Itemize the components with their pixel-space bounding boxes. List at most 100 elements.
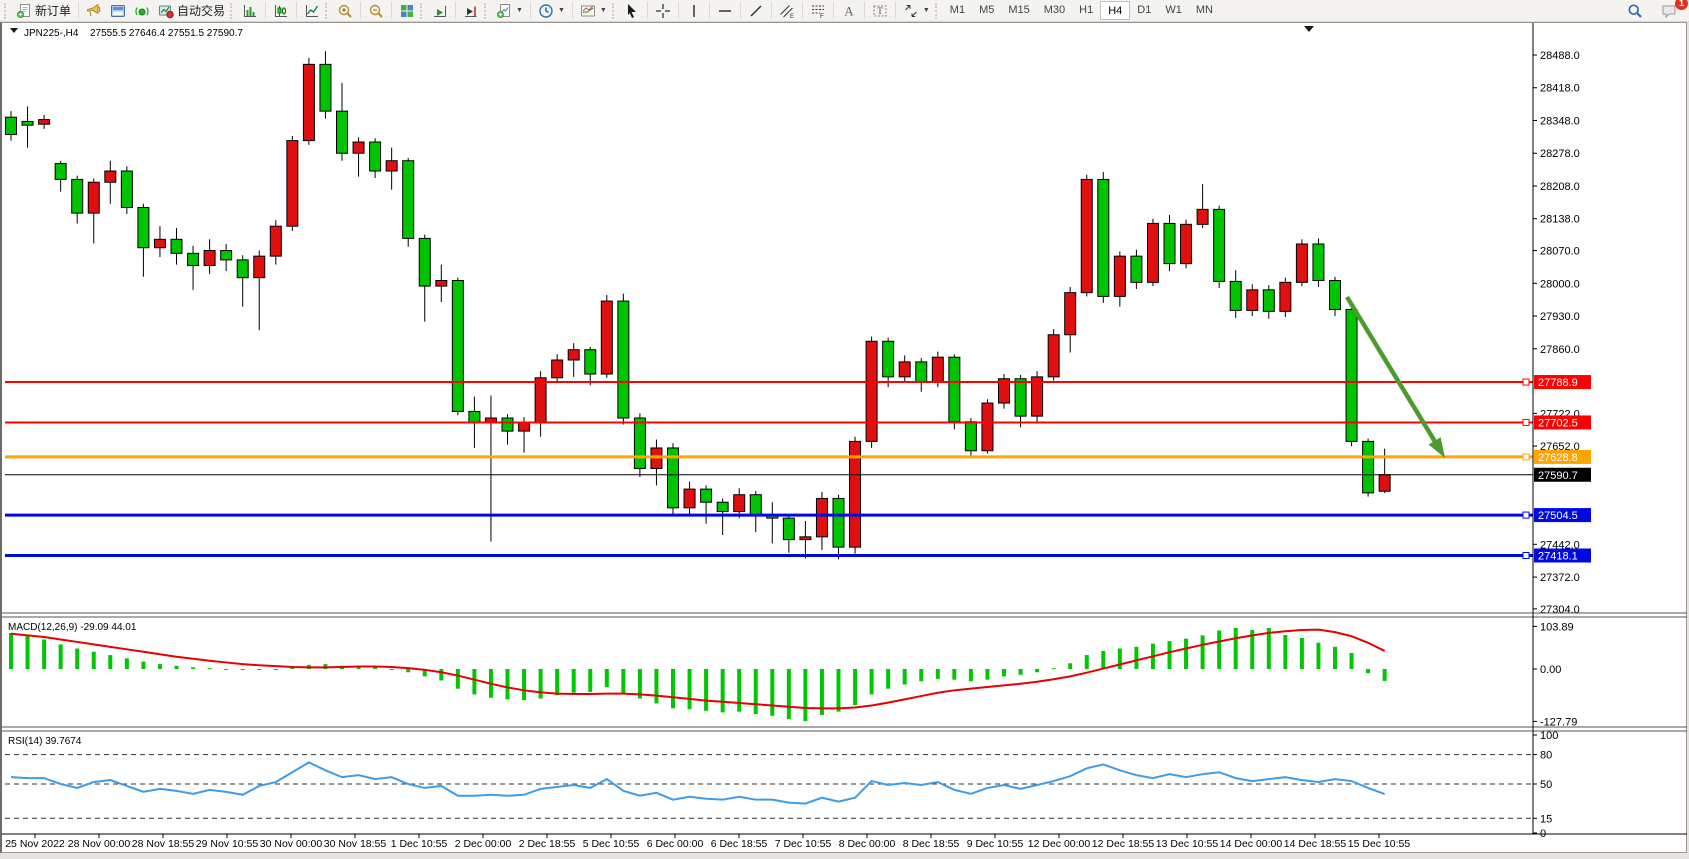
text-label-tool-button[interactable]: T [868,1,892,21]
candle [1346,307,1357,446]
tile-windows-button[interactable] [395,1,419,21]
candle [949,354,960,429]
timeframe-m30[interactable]: M30 [1037,1,1072,20]
macd-histogram-bar [572,669,576,693]
horizontal-line-tool-button[interactable] [713,1,737,21]
timeframe-h1[interactable]: H1 [1072,1,1100,20]
candle [452,278,463,416]
candle [39,115,50,129]
zoom-in-button[interactable] [333,1,357,21]
search-button[interactable] [1623,1,1647,21]
search-icon [1627,3,1643,19]
trendline-icon [748,3,764,19]
candle [138,204,149,277]
line-endpoint-marker[interactable] [1523,419,1529,425]
template-icon [580,3,596,19]
macd-histogram-bar [588,669,592,692]
chart-shift-button[interactable] [459,1,483,21]
line-endpoint-marker[interactable] [1523,454,1529,460]
candle [419,235,430,322]
signal-icon [134,3,150,19]
svg-text:A: A [844,3,854,18]
macd-histogram-bar [175,666,179,669]
cursor-tool-button[interactable] [620,1,644,21]
tile-windows-icon [399,3,415,19]
arrows-tool-button[interactable]: ▼ [899,1,934,21]
macd-histogram-bar [208,668,212,669]
svg-text:30 Nov 00:00: 30 Nov 00:00 [260,838,323,850]
templates-button[interactable]: ▼ [576,1,611,21]
timeframe-w1[interactable]: W1 [1158,1,1189,20]
trendline-tool-button[interactable] [744,1,768,21]
svg-text:13 Dec 10:55: 13 Dec 10:55 [1156,838,1219,850]
candle [88,178,99,243]
macd-histogram-bar [1316,643,1320,669]
chart-collapse-arrow-icon[interactable] [10,28,18,33]
macd-histogram-bar [754,669,758,714]
vertical-line-tool-button[interactable] [682,1,706,21]
macd-histogram-bar [837,669,841,712]
macd-histogram-bar [108,655,112,669]
svg-text:28 Nov 18:55: 28 Nov 18:55 [132,838,195,850]
candle [1048,329,1059,380]
channel-tool-button[interactable]: E [775,1,799,21]
line-endpoint-marker[interactable] [1523,512,1529,518]
timeframe-m1[interactable]: M1 [943,1,972,20]
chart-shift-marker-icon[interactable] [1304,26,1314,32]
terminal-button[interactable] [106,1,130,21]
fibonacci-tool-button[interactable]: F [806,1,830,21]
svg-text:100: 100 [1540,730,1558,742]
timeframe-m15[interactable]: M15 [1001,1,1036,20]
auto-scroll-button[interactable] [428,1,452,21]
line-chart-icon [304,3,320,19]
macd-histogram-bar [1184,639,1188,669]
notification-badge: 1 [1675,0,1688,10]
signals-button[interactable] [130,1,154,21]
alerts-button[interactable] [82,1,106,21]
candle [1330,277,1341,316]
separator [572,2,573,19]
candle [585,347,596,385]
candle [750,491,761,532]
autotrading-button[interactable]: 自动交易 [154,1,229,21]
macd-histogram-bar [870,669,874,694]
line-endpoint-marker[interactable] [1523,379,1529,385]
candlestick-mode-button[interactable] [269,1,293,21]
macd-histogram-bar [555,669,559,695]
chart-canvas[interactable]: JPN225-,H4 27555.5 27646.4 27551.5 27590… [2,23,1687,852]
timeframe-mn[interactable]: MN [1189,1,1220,20]
time-axis[interactable]: 25 Nov 202228 Nov 00:0028 Nov 18:5529 No… [5,834,1410,850]
svg-text:8 Dec 18:55: 8 Dec 18:55 [903,838,960,850]
periods-button[interactable]: ▼ [534,1,569,21]
zoom-out-button[interactable] [364,1,388,21]
autotrading-label: 自动交易 [177,2,225,19]
chat-button[interactable]: 1 [1657,1,1681,21]
bar-chart-mode-button[interactable] [238,1,262,21]
macd-histogram-bar [1168,641,1172,669]
candle [403,158,414,247]
line-endpoint-marker[interactable] [1523,552,1529,558]
candle [502,414,513,444]
timeframe-d1[interactable]: D1 [1130,1,1158,20]
candle [866,337,877,448]
dropdown-caret-icon: ▼ [923,7,930,14]
new-chart-button[interactable]: ▼ [492,1,527,21]
macd-histogram-bar [439,669,443,680]
svg-text:6 Dec 00:00: 6 Dec 00:00 [647,838,704,850]
trend-arrow-head[interactable] [1429,437,1445,458]
candle [436,265,447,302]
svg-text:28138.0: 28138.0 [1540,214,1580,226]
separator [895,2,896,19]
chart-window[interactable]: JPN225-,H4 27555.5 27646.4 27551.5 27590… [0,22,1687,853]
line-chart-mode-button[interactable] [300,1,324,21]
text-tool-button[interactable]: A [837,1,861,21]
candle [237,255,248,306]
crosshair-tool-button[interactable] [651,1,675,21]
timeframe-m5[interactable]: M5 [972,1,1001,20]
separator [678,2,679,19]
candles-layer [6,51,1391,559]
trend-arrow-line[interactable] [1347,297,1435,441]
separator [78,2,79,19]
new-order-button[interactable]: 新订单 [12,1,75,21]
timeframe-h4[interactable]: H4 [1100,1,1130,20]
